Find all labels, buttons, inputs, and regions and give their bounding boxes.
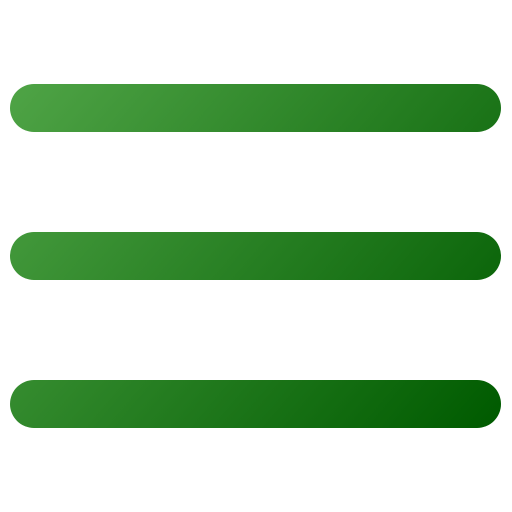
menu-bar-top	[10, 84, 501, 132]
menu-bar-bottom	[10, 380, 501, 428]
menu-bar-middle	[10, 232, 501, 280]
icon-canvas	[0, 0, 512, 512]
menu-button[interactable]	[0, 0, 512, 512]
hamburger-menu-icon	[10, 84, 501, 428]
